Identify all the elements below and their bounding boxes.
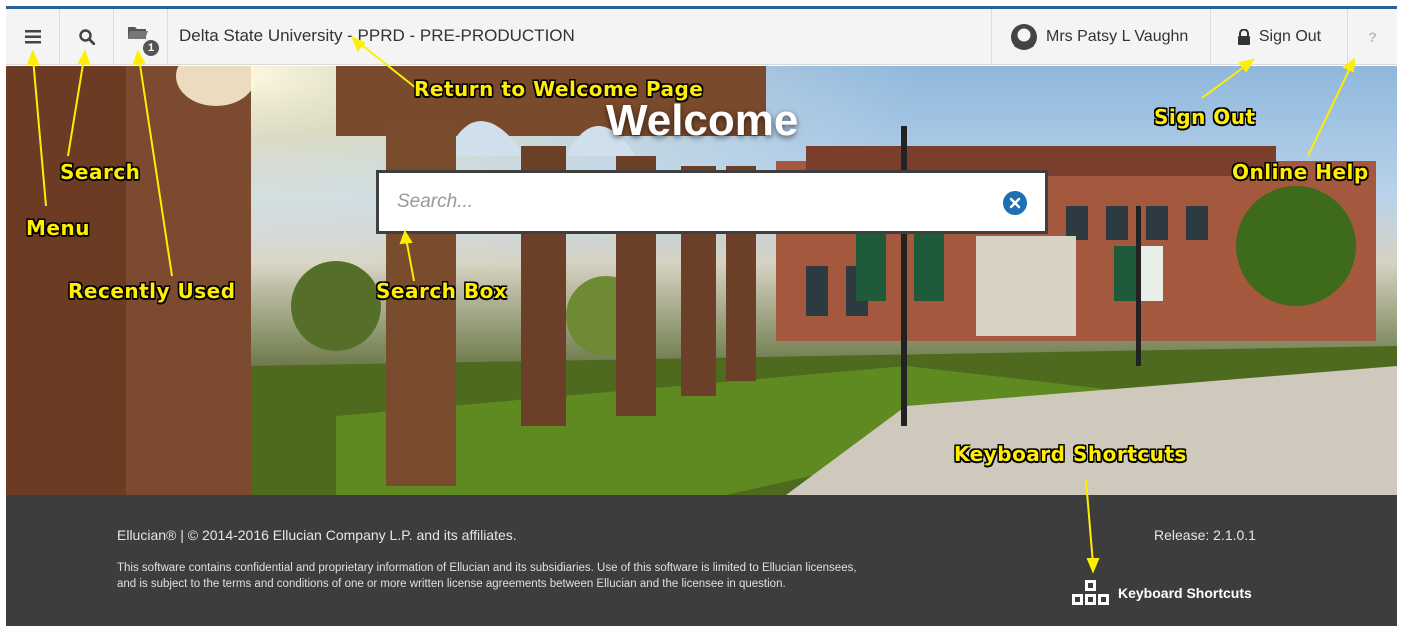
search-icon bbox=[78, 29, 95, 45]
keyboard-shortcuts-icon bbox=[1072, 580, 1109, 605]
user-avatar-icon bbox=[1011, 24, 1037, 50]
legal-notice: This software contains confidential and … bbox=[117, 562, 857, 590]
user-name: Mrs Patsy L Vaughn bbox=[1046, 28, 1189, 45]
menu-button[interactable] bbox=[6, 9, 60, 65]
app-frame: 1 Delta State University - PPRD - PRE-PR… bbox=[6, 6, 1397, 626]
search-button[interactable] bbox=[60, 9, 114, 65]
lock-icon bbox=[1237, 29, 1250, 45]
recently-used-button[interactable]: 1 bbox=[114, 9, 168, 65]
footer: Ellucian® | © 2014-2016 Ellucian Company… bbox=[6, 495, 1397, 626]
keyboard-shortcuts-button[interactable]: Keyboard Shortcuts bbox=[1072, 580, 1252, 606]
user-profile[interactable]: Mrs Patsy L Vaughn bbox=[991, 9, 1210, 65]
header-bar: 1 Delta State University - PPRD - PRE-PR… bbox=[6, 9, 1397, 65]
keyboard-shortcuts-label: Keyboard Shortcuts bbox=[1118, 585, 1252, 601]
annotation-return-welcome: Return to Welcome Page bbox=[414, 77, 704, 101]
app-title-link[interactable]: Delta State University - PPRD - PRE-PROD… bbox=[179, 26, 575, 46]
annotation-menu: Menu bbox=[26, 216, 90, 240]
clear-search-button[interactable] bbox=[1003, 191, 1027, 215]
hamburger-menu-icon bbox=[24, 30, 41, 44]
help-icon: ? bbox=[1368, 29, 1377, 45]
folder-icon bbox=[127, 27, 148, 39]
annotation-keyboard-shortcuts: Keyboard Shortcuts bbox=[954, 442, 1187, 466]
sign-out-label: Sign Out bbox=[1258, 28, 1322, 45]
annotation-search-box: Search Box bbox=[376, 279, 508, 303]
annotation-search: Search bbox=[60, 160, 141, 184]
welcome-heading: Welcome bbox=[606, 96, 799, 145]
recent-count-badge: 1 bbox=[143, 40, 159, 56]
help-button[interactable]: ? bbox=[1347, 9, 1397, 65]
release-version: Release: 2.1.0.1 bbox=[1154, 527, 1256, 543]
annotation-sign-out: Sign Out bbox=[1154, 105, 1256, 129]
close-icon bbox=[1009, 197, 1021, 209]
sign-out-button[interactable]: Sign Out bbox=[1210, 9, 1347, 65]
search-box bbox=[376, 170, 1048, 234]
annotation-recently-used: Recently Used bbox=[68, 279, 236, 303]
search-input[interactable] bbox=[397, 187, 987, 217]
annotation-online-help: Online Help bbox=[1232, 160, 1369, 184]
copyright-text: Ellucian® | © 2014-2016 Ellucian Company… bbox=[117, 527, 517, 543]
